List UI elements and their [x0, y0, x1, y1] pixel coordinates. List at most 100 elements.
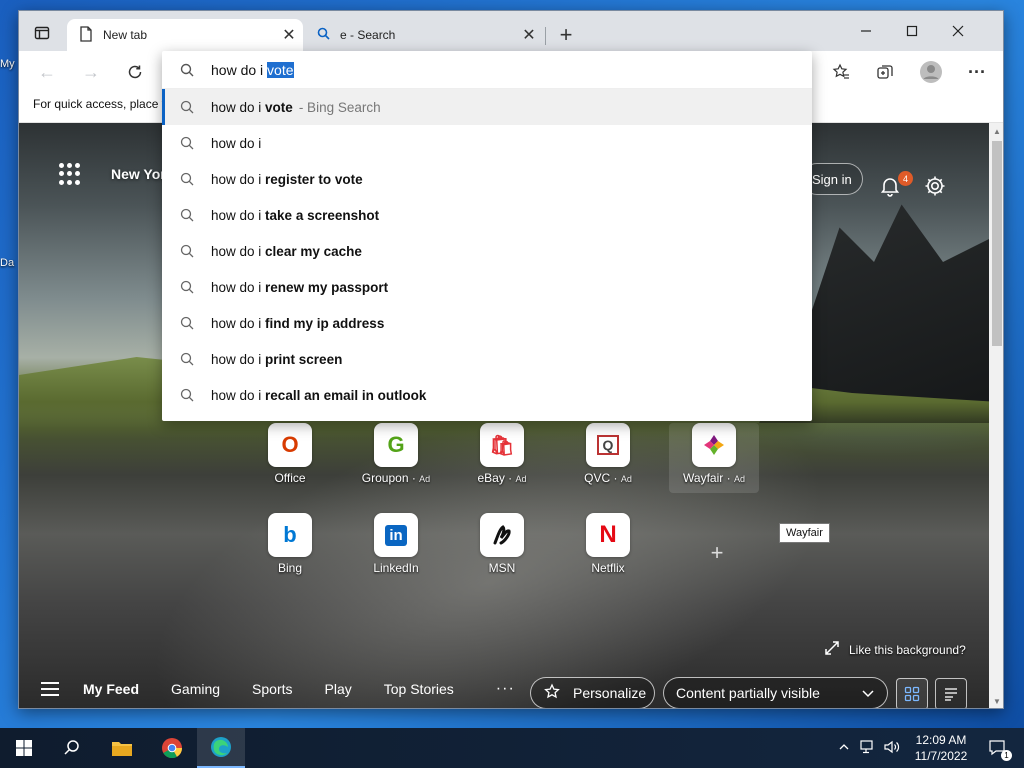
grid-view-icon[interactable] [896, 678, 928, 708]
suggestion-completion: take a screenshot [265, 207, 380, 223]
hamburger-menu-icon[interactable] [41, 682, 59, 696]
tile-label: Bing [277, 561, 303, 575]
page-icon [79, 25, 93, 45]
suggestion-prefix: how do i [211, 171, 266, 187]
chevron-down-icon [861, 686, 875, 703]
tile-qvc[interactable]: Q QVC · Ad [563, 423, 653, 485]
forward-arrow-icon[interactable]: → [75, 56, 107, 88]
search-icon [180, 280, 194, 294]
scroll-thumb[interactable] [992, 141, 1002, 346]
feed-more-icon[interactable]: ··· [496, 680, 515, 698]
like-background-text: Like this background? [849, 642, 966, 657]
feed-tab-my-feed[interactable]: My Feed [83, 681, 139, 697]
gear-icon[interactable] [924, 175, 946, 197]
tile-label: eBay [477, 471, 505, 485]
refresh-icon[interactable] [119, 56, 151, 88]
feed-tab-play[interactable]: Play [325, 681, 352, 697]
feed-tab-gaming[interactable]: Gaming [171, 681, 220, 697]
favorites-icon[interactable] [825, 56, 857, 88]
tile-msn[interactable]: MSN [457, 513, 547, 575]
tile-office[interactable]: O Office [245, 423, 335, 485]
file-explorer-icon[interactable] [98, 728, 146, 768]
suggestion-prefix: how do i [211, 279, 266, 295]
tile-ebay[interactable]: 🛍 eBay · Ad [457, 423, 547, 485]
content-visibility-dropdown[interactable]: Content partially visible [663, 677, 888, 708]
ad-label: Ad [733, 474, 745, 484]
suggestion-item[interactable]: how do i register to vote [162, 161, 812, 197]
scroll-down-icon[interactable]: ▼ [993, 697, 1001, 706]
tab-new-tab[interactable]: New tab ✕ [67, 19, 303, 51]
search-icon [180, 136, 194, 150]
suggestion-item[interactable]: how do i [162, 125, 812, 161]
clock-time: 12:09 AM [915, 733, 967, 747]
suggestion-prefix: how do i [211, 207, 266, 223]
tile-netflix[interactable]: N Netflix [563, 513, 653, 575]
tile-wayfair[interactable]: Wayfair · Ad [669, 423, 759, 493]
suggestion-engine: - Bing Search [298, 99, 381, 115]
tile-bing[interactable]: b Bing [245, 513, 335, 575]
netflix-icon: N [586, 513, 630, 557]
edge-icon[interactable] [197, 728, 245, 768]
tile-groupon[interactable]: G Groupon · Ad [351, 423, 441, 485]
taskbar: 12:09 AM 11/7/2022 1 [0, 728, 1024, 768]
suggestion-item[interactable]: how do i recall an email in outlook [162, 377, 812, 413]
maximize-icon[interactable] [889, 11, 935, 51]
feed-tab-sports[interactable]: Sports [252, 681, 292, 697]
suggestion-item[interactable]: how do i clear my cache [162, 233, 812, 269]
add-tile-icon[interactable]: + [695, 531, 739, 575]
close-window-icon[interactable] [935, 11, 981, 51]
suggestion-item[interactable]: how do i print screen [162, 341, 812, 377]
list-view-icon[interactable] [935, 678, 967, 708]
suggestion-prefix: how do i [211, 243, 266, 259]
like-background-link[interactable]: Like this background? [825, 641, 966, 658]
chevron-up-icon[interactable] [838, 741, 850, 756]
sparkle-star-icon [543, 682, 561, 704]
minimize-icon[interactable] [843, 11, 889, 51]
personalize-label: Personalize [573, 685, 647, 701]
suggestion-item[interactable]: how do i take a screenshot [162, 197, 812, 233]
tile-label: QVC [584, 471, 611, 485]
personalize-button[interactable]: Personalize [530, 677, 655, 708]
scroll-up-icon[interactable]: ▲ [993, 127, 1001, 136]
more-options-icon[interactable]: ··· [961, 56, 993, 88]
collections-icon[interactable] [869, 56, 901, 88]
desktop-icon-label[interactable]: Da [0, 257, 14, 269]
new-tab-button[interactable]: + [551, 21, 581, 49]
search-icon[interactable] [48, 728, 96, 768]
network-icon[interactable] [860, 739, 876, 757]
suggestion-completion: recall an email in outlook [265, 387, 427, 403]
app-launcher-icon[interactable] [59, 163, 81, 185]
profile-avatar-icon[interactable] [915, 56, 947, 88]
suggestion-prefix: how do i [211, 315, 266, 331]
suggestion-item[interactable]: how do i vote - Bing Search [162, 89, 812, 125]
tile-label: Wayfair [683, 471, 724, 485]
close-icon[interactable]: ✕ [515, 21, 543, 49]
tab-actions-icon[interactable] [27, 20, 57, 46]
search-icon [180, 208, 194, 222]
desktop-icon-label[interactable]: My [0, 58, 15, 70]
clock[interactable]: 12:09 AM 11/7/2022 [906, 732, 976, 764]
qvc-icon: Q [586, 423, 630, 467]
address-input[interactable]: how do i vote [162, 51, 812, 89]
ebay-bag-icon: 🛍 [480, 423, 524, 467]
page-scrollbar[interactable]: ▲ ▼ [989, 123, 1003, 708]
search-icon [180, 316, 194, 330]
suggestion-item[interactable]: how do i find my ip address [162, 305, 812, 341]
suggestion-completion: register to vote [265, 171, 363, 187]
tooltip: Wayfair [779, 523, 830, 543]
tab-separator [545, 27, 546, 45]
tab-strip: New tab ✕ e - Search ✕ + [19, 11, 1003, 51]
volume-icon[interactable] [884, 740, 900, 757]
close-icon[interactable]: ✕ [275, 21, 303, 49]
suggestion-prefix: how do i [211, 135, 262, 151]
tile-linkedin[interactable]: in LinkedIn [351, 513, 441, 575]
start-windows-icon[interactable] [0, 728, 48, 768]
ad-label: Ad [620, 474, 632, 484]
tab-search[interactable]: e - Search ✕ [307, 19, 543, 51]
search-icon [180, 100, 194, 114]
action-center-icon[interactable]: 1 [978, 728, 1018, 768]
feed-tab-top-stories[interactable]: Top Stories [384, 681, 454, 697]
suggestion-item[interactable]: how do i renew my passport [162, 269, 812, 305]
chrome-icon[interactable] [148, 728, 196, 768]
back-arrow-icon[interactable]: ← [31, 56, 63, 88]
